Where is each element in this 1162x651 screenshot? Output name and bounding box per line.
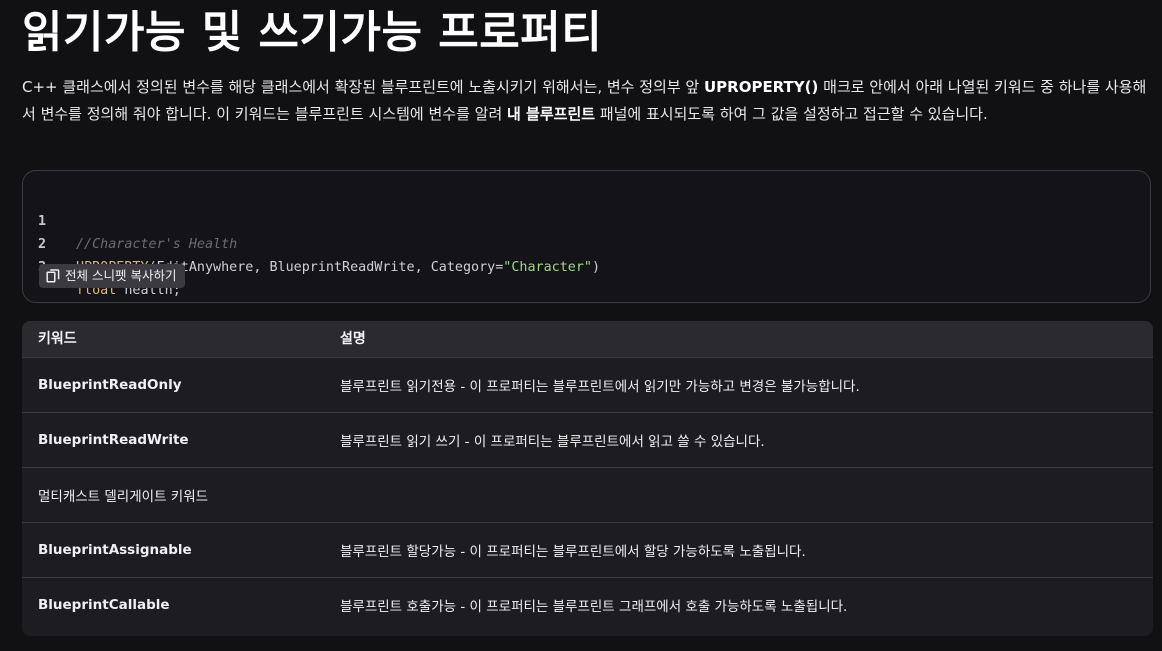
table-row: BlueprintReadWrite 블루프린트 읽기 쓰기 - 이 프로퍼티는… (22, 412, 1153, 467)
copy-snippet-button[interactable]: 전체 스니펫 복사하기 (39, 264, 186, 288)
header-keyword: 키워드 (38, 331, 77, 347)
intro-paragraph: C++ 클래스에서 정의된 변수를 해당 클래스에서 확장된 블루프린트에 노출… (22, 74, 1147, 128)
keyword-cell: BlueprintReadWrite (38, 432, 189, 448)
description-cell: 블루프린트 할당가능 - 이 프로퍼티는 블루프린트에서 할당 가능하도록 노출… (340, 544, 806, 560)
code-plain: ) (591, 260, 601, 275)
code-snippet: 1 //Character's Health 2 UPROPERTY(EditA… (22, 170, 1151, 303)
table-row: BlueprintAssignable 블루프린트 할당가능 - 이 프로퍼티는… (22, 522, 1153, 577)
intro-text-1: C++ 클래스에서 정의된 변수를 해당 클래스에서 확장된 블루프린트에 노출… (22, 78, 704, 96)
code-comment: //Character's Health (76, 237, 238, 252)
code-plain: (EditAnywhere, BlueprintReadWrite, Categ… (148, 260, 504, 275)
code-line: 1 //Character's Health (23, 187, 237, 252)
code-text: //Character's Health (76, 233, 237, 256)
intro-bold-my-blueprint: 내 블루프린트 (507, 105, 596, 123)
table-row: BlueprintReadOnly 블루프린트 읽기전용 - 이 프로퍼티는 블… (22, 357, 1153, 412)
section-heading-cell: 멀티캐스트 델리게이트 키워드 (38, 489, 209, 505)
description-cell: 블루프린트 읽기 쓰기 - 이 프로퍼티는 블루프린트에서 읽고 쓸 수 있습니… (340, 434, 765, 450)
keyword-cell: BlueprintCallable (38, 597, 170, 613)
keyword-cell: BlueprintReadOnly (38, 377, 182, 393)
table-header: 키워드 설명 (22, 321, 1153, 357)
table-row: BlueprintCallable 블루프린트 호출가능 - 이 프로퍼티는 블… (22, 577, 1153, 632)
intro-bold-uproperty: UPROPERTY() (703, 78, 819, 96)
keyword-table: 키워드 설명 BlueprintReadOnly 블루프린트 읽기전용 - 이 … (22, 321, 1153, 636)
code-line: 2 UPROPERTY(EditAnywhere, BlueprintReadW… (23, 210, 600, 275)
intro-text-3: 패널에 표시되도록 하여 그 값을 설정하고 접근할 수 있습니다. (595, 105, 988, 123)
copy-snippet-label: 전체 스니펫 복사하기 (65, 268, 177, 283)
keyword-cell: BlueprintAssignable (38, 542, 192, 558)
code-string: "Character" (503, 260, 592, 275)
description-cell: 블루프린트 읽기전용 - 이 프로퍼티는 블루프린트에서 읽기만 가능하고 변경… (340, 379, 860, 395)
table-section-row: 멀티캐스트 델리게이트 키워드 (22, 467, 1153, 522)
copy-icon (46, 269, 60, 283)
page-title: 읽기가능 및 쓰기가능 프로퍼티 (22, 7, 603, 58)
header-description: 설명 (340, 331, 366, 347)
description-cell: 블루프린트 호출가능 - 이 프로퍼티는 블루프린트 그래프에서 호출 가능하도… (340, 599, 848, 615)
code-line: 3 float health; (23, 233, 181, 298)
